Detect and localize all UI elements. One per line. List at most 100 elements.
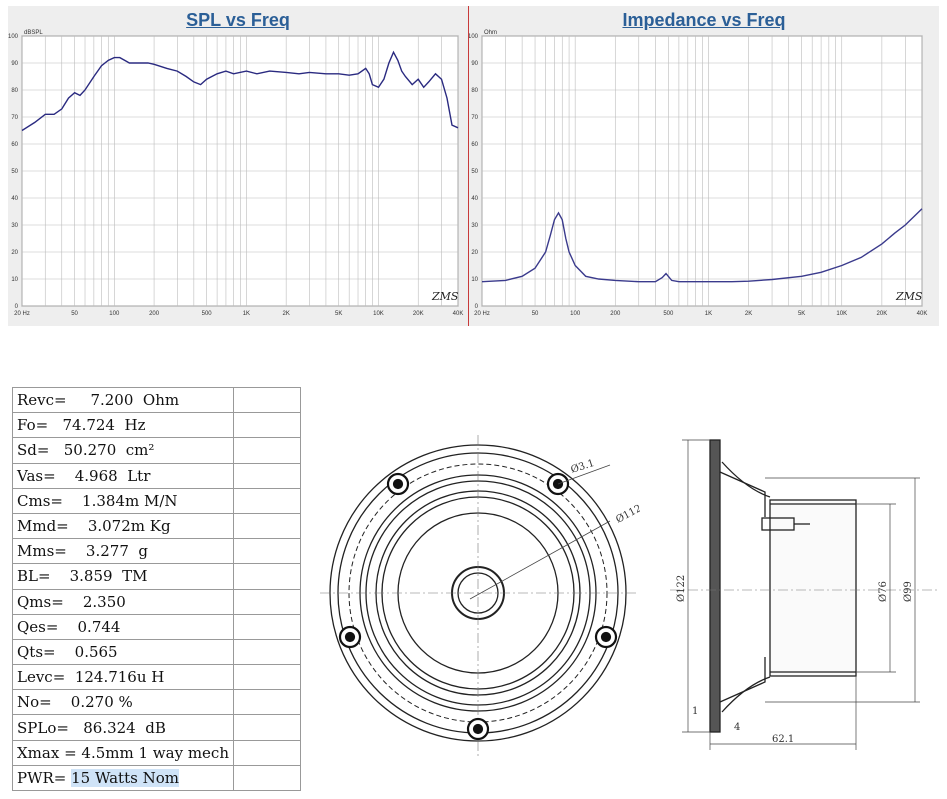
param-empty-cell (232, 638, 301, 666)
param-value: Xmax = 4.5mm 1 way mech (12, 739, 234, 766)
param-empty-cell (232, 613, 301, 640)
thiele-small-parameters-table: Revc= 7.200 Ohm Fo= 74.724 Hz Sd= 50.270 c… (12, 386, 301, 792)
basket-diameter-label: Ø99 (903, 581, 914, 602)
spl-y-tick-label: 30 (11, 223, 18, 229)
spl-y-tick-label: 50 (11, 169, 18, 175)
spl-watermark: ZMS (431, 290, 459, 303)
param-text: Revc= 7.200 Ohm (17, 391, 180, 410)
param-row: Qes= 0.744 (12, 613, 301, 640)
spl-x-tick-label: 500 (202, 311, 213, 317)
flange-thickness-label: 1 (692, 706, 698, 717)
param-value: Mmd= 3.072m Kg (12, 512, 234, 540)
bolt-circle-diameter-label: Ø112 (614, 503, 640, 526)
param-text: Cms= 1.384m M/N (17, 491, 178, 510)
spl-y-tick-label: 60 (11, 142, 18, 148)
spl-chart-panel: SPL vs Freq 20 Hz 50 100 200 500 1K 2K 5K 10K 20K… (8, 6, 468, 326)
param-row: Levc= 124.716u H (12, 664, 301, 691)
imp-y-tick-label: 50 (471, 169, 478, 175)
imp-y-tick-label: 20 (471, 250, 478, 256)
param-row: SPLo= 86.324 dB (12, 714, 301, 741)
param-text: Levc= 124.716u H (17, 668, 165, 687)
spl-x-tick-label: 50 (71, 311, 78, 317)
param-empty-cell (232, 437, 301, 464)
param-row: Qms= 2.350 (12, 588, 301, 615)
imp-watermark: ZMS (895, 290, 923, 303)
param-text: Mms= 3.277 g (17, 542, 149, 561)
imp-x-tick-label: 10K (836, 311, 847, 317)
param-value: Fo= 74.724 Hz (12, 412, 234, 439)
speaker-front-view-drawing: Ø3.1 Ø112 (320, 435, 640, 757)
imp-x-tick-label: 20K (877, 311, 888, 317)
imp-x-tick-label: 100 (570, 311, 581, 317)
spl-y-axis-label: dBSPL (24, 30, 43, 36)
param-text: SPLo= 86.324 dB (17, 718, 166, 737)
param-row: BL= 3.859 TM (12, 563, 301, 590)
param-empty-cell (232, 462, 301, 489)
imp-y-tick-label: 10 (471, 277, 478, 283)
param-empty-cell (232, 689, 301, 716)
depth-label: 62.1 (772, 734, 794, 745)
imp-x-tick-label: 5K (798, 311, 805, 317)
param-value: Mms= 3.277 g (12, 538, 234, 565)
imp-x-tick-label: 1K (705, 311, 712, 317)
imp-x-tick-label: 2K (745, 311, 752, 317)
param-row: Vas= 4.968 Ltr (12, 462, 301, 489)
cone-upper-profile (721, 461, 771, 498)
imp-y-tick-label: 0 (475, 304, 479, 310)
imp-y-tick-label: 90 (471, 61, 478, 67)
param-empty-cell (232, 386, 301, 414)
mounting-hole-top-left (386, 472, 410, 496)
param-text: Qts= 0.565 (17, 642, 118, 661)
imp-x-tick-label: 40K (917, 311, 928, 317)
imp-x-tick-label: 20 Hz (474, 311, 490, 317)
param-text: Qms= 2.350 (17, 592, 126, 611)
param-row: Xmax = 4.5mm 1 way mech (12, 739, 301, 766)
param-row: Mmd= 3.072m Kg (12, 512, 301, 540)
param-value: BL= 3.859 TM (12, 563, 234, 590)
spl-y-tick-label: 10 (11, 277, 18, 283)
spl-x-tick-label: 1K (243, 311, 250, 317)
param-text: BL= 3.859 TM (17, 567, 148, 586)
param-row: Fo= 74.724 Hz (12, 412, 301, 439)
spl-y-tick-label: 0 (15, 304, 19, 310)
imp-y-tick-label: 60 (471, 142, 478, 148)
param-text: Xmax = 4.5mm 1 way mech (17, 743, 229, 762)
imp-y-axis-label: Ohm (484, 30, 497, 36)
param-value: Cms= 1.384m M/N (12, 487, 234, 514)
imp-y-tick-label: 80 (471, 88, 478, 94)
param-text: Sd= 50.270 cm² (17, 441, 155, 460)
param-empty-cell (232, 487, 301, 514)
imp-y-tick-label: 30 (471, 223, 478, 229)
param-empty-cell (232, 588, 301, 615)
mounting-hole-bottom-left (338, 625, 362, 649)
param-empty-cell (232, 664, 301, 691)
param-empty-cell (232, 512, 301, 540)
hole-diameter-label: Ø3.1 (570, 458, 596, 476)
param-empty-cell (232, 538, 301, 565)
spl-y-tick-label: 70 (11, 115, 18, 121)
param-value: Sd= 50.270 cm² (12, 437, 234, 464)
param-row: Cms= 1.384m M/N (12, 487, 301, 514)
magnet-diameter-label: Ø76 (878, 581, 889, 602)
param-row: Revc= 7.200 Ohm (12, 386, 301, 414)
mounting-hole-bottom (466, 717, 490, 741)
speaker-side-view-drawing: Ø122 Ø76 Ø99 1 4 62.1 (670, 439, 938, 750)
spl-y-tick-label: 20 (11, 250, 18, 256)
param-value: Vas= 4.968 Ltr (12, 462, 234, 489)
param-row: PWR= 15 Watts Nom (12, 764, 301, 792)
impedance-chart-panel: Impedance vs Freq 20 Hz 50 100 200 500 1K 2K 5K… (469, 6, 939, 326)
spl-x-tick-label: 40K (453, 311, 464, 317)
param-empty-cell (232, 739, 301, 766)
param-empty-cell (232, 563, 301, 590)
param-row: No= 0.270 % (12, 689, 301, 716)
mounting-flange (709, 439, 721, 733)
bolt-circle-dimension-leader (469, 520, 611, 600)
spl-x-tick-label: 10K (373, 311, 384, 317)
param-text: Fo= 74.724 Hz (17, 416, 146, 435)
imp-y-tick-label: 100 (469, 34, 479, 40)
lip-dimension-label: 4 (734, 722, 740, 733)
param-highlight: 15 Watts Nom (71, 768, 179, 787)
param-value: Qms= 2.350 (12, 588, 234, 615)
imp-x-tick-label: 50 (532, 311, 539, 317)
param-value: No= 0.270 % (12, 689, 234, 716)
